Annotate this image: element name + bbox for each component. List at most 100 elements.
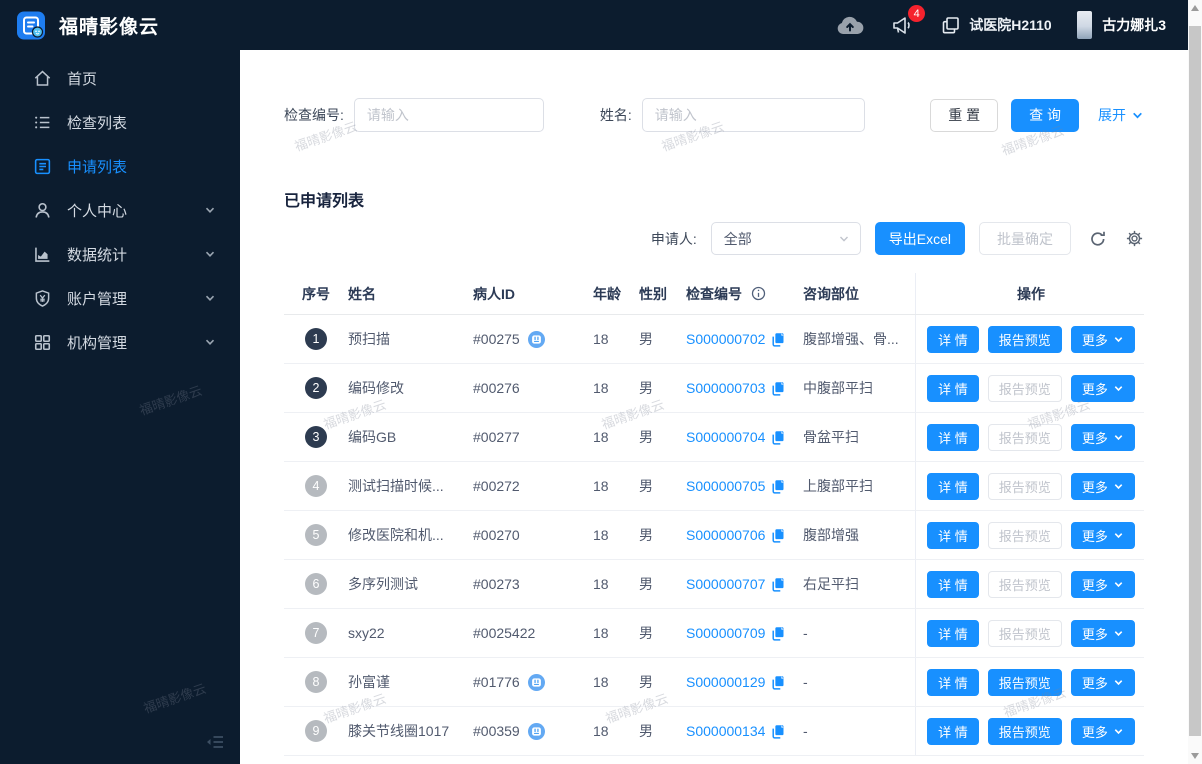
copy-icon[interactable] bbox=[770, 381, 785, 396]
scrollbar-down-arrow[interactable] bbox=[1188, 748, 1202, 764]
cell-patient-id: #00275 bbox=[471, 330, 591, 348]
applicant-select[interactable]: 全部 bbox=[710, 222, 861, 255]
cell-part: - bbox=[803, 625, 808, 641]
more-button[interactable]: 更多 bbox=[1070, 374, 1135, 402]
notifications-megaphone-icon[interactable]: 4 bbox=[890, 5, 926, 37]
sidebar-item-account[interactable]: 账户管理 bbox=[0, 276, 240, 320]
scrollbar-up-arrow[interactable] bbox=[1188, 0, 1202, 16]
exam-no-link[interactable]: S000000706 bbox=[686, 527, 765, 543]
chevron-down-icon bbox=[1114, 679, 1123, 685]
report-preview-button[interactable]: 报告预览 bbox=[987, 668, 1062, 696]
detail-button[interactable]: 详 情 bbox=[927, 472, 979, 500]
query-button[interactable]: 查 询 bbox=[1011, 98, 1079, 132]
more-button[interactable]: 更多 bbox=[1070, 619, 1135, 647]
report-preview-button[interactable]: 报告预览 bbox=[987, 521, 1062, 549]
cell-actions: 详 情 报告预览 更多 bbox=[915, 462, 1144, 510]
cell-gender: 男 bbox=[639, 576, 653, 592]
more-button[interactable]: 更多 bbox=[1070, 423, 1135, 451]
sidebar-item-label: 个人中心 bbox=[67, 202, 128, 220]
sidebar-item-list[interactable]: 检查列表 bbox=[0, 100, 240, 144]
cell-name: 膝关节线圈1017 bbox=[348, 723, 450, 739]
report-preview-button[interactable]: 报告预览 bbox=[987, 570, 1062, 598]
row-index-badge: 6 bbox=[305, 573, 327, 595]
settings-gear-icon[interactable] bbox=[1125, 229, 1144, 248]
exam-no-link[interactable]: S000000702 bbox=[686, 331, 765, 347]
sidebar: 首页 检查列表 申请列表 个人中心 数据统计 账户管理 机构管理 bbox=[0, 50, 240, 764]
exam-no-link[interactable]: S000000703 bbox=[686, 380, 765, 396]
info-icon[interactable] bbox=[751, 286, 766, 301]
form-icon bbox=[33, 157, 52, 176]
refresh-icon[interactable] bbox=[1089, 230, 1107, 248]
expand-toggle[interactable]: 展开 bbox=[1098, 105, 1144, 125]
user-menu[interactable]: 古力娜扎3 bbox=[1077, 11, 1166, 39]
detail-button[interactable]: 详 情 bbox=[927, 717, 979, 745]
detail-button[interactable]: 详 情 bbox=[927, 570, 979, 598]
page-title: 已申请列表 bbox=[284, 193, 365, 210]
report-preview-button[interactable]: 报告预览 bbox=[987, 717, 1062, 745]
exam-no-link[interactable]: S000000705 bbox=[686, 478, 765, 494]
cell-gender: 男 bbox=[639, 625, 653, 641]
copy-icon[interactable] bbox=[770, 724, 785, 739]
exam-no-link[interactable]: S000000129 bbox=[686, 674, 765, 690]
row-index-badge: 3 bbox=[305, 426, 327, 448]
more-button[interactable]: 更多 bbox=[1070, 472, 1135, 500]
detail-button[interactable]: 详 情 bbox=[927, 521, 979, 549]
cell-age: 18 bbox=[593, 527, 609, 543]
export-excel-button[interactable]: 导出Excel bbox=[874, 222, 965, 255]
name-input[interactable] bbox=[641, 98, 865, 132]
more-button[interactable]: 更多 bbox=[1070, 717, 1135, 745]
cell-patient-id: #00270 bbox=[473, 527, 520, 543]
detail-button[interactable]: 详 情 bbox=[927, 423, 979, 451]
exam-no-link[interactable]: S000000704 bbox=[686, 429, 765, 445]
exam-no-link[interactable]: S000000709 bbox=[686, 625, 765, 641]
more-button[interactable]: 更多 bbox=[1070, 668, 1135, 696]
report-preview-button[interactable]: 报告预览 bbox=[987, 619, 1062, 647]
exam-no-link[interactable]: S000000707 bbox=[686, 576, 765, 592]
cloud-upload-icon[interactable] bbox=[836, 15, 864, 36]
copy-icon[interactable] bbox=[770, 675, 785, 690]
cell-name: 编码修改 bbox=[348, 380, 404, 396]
detail-button[interactable]: 详 情 bbox=[927, 325, 979, 353]
table-row: 4 测试扫描时候... #00272 18 男 S000000705 上腹部平扫… bbox=[284, 462, 1144, 511]
copy-icon[interactable] bbox=[770, 577, 785, 592]
sidebar-item-org[interactable]: 机构管理 bbox=[0, 320, 240, 364]
sidebar-item-home[interactable]: 首页 bbox=[0, 56, 240, 100]
more-button[interactable]: 更多 bbox=[1070, 325, 1135, 353]
report-preview-button[interactable]: 报告预览 bbox=[987, 472, 1062, 500]
exam-no-input[interactable] bbox=[353, 98, 544, 132]
cell-name: 预扫描 bbox=[348, 331, 390, 347]
username: 古力娜扎3 bbox=[1102, 17, 1166, 33]
more-button[interactable]: 更多 bbox=[1070, 521, 1135, 549]
sidebar-collapse-icon[interactable] bbox=[204, 731, 226, 756]
scrollbar-thumb[interactable] bbox=[1189, 26, 1201, 736]
copy-icon[interactable] bbox=[770, 430, 785, 445]
sidebar-item-user[interactable]: 个人中心 bbox=[0, 188, 240, 232]
cell-age: 18 bbox=[593, 331, 609, 347]
cell-part: 中腹部平扫 bbox=[803, 380, 873, 396]
copy-icon[interactable] bbox=[770, 332, 785, 347]
detail-button[interactable]: 详 情 bbox=[927, 668, 979, 696]
more-button[interactable]: 更多 bbox=[1070, 570, 1135, 598]
cell-exam-no: S000000704 bbox=[684, 429, 801, 445]
report-preview-button[interactable]: 报告预览 bbox=[987, 423, 1062, 451]
copy-icon[interactable] bbox=[770, 528, 785, 543]
sidebar-item-chart[interactable]: 数据统计 bbox=[0, 232, 240, 276]
chevron-down-icon bbox=[1114, 630, 1123, 636]
header-age: 年龄 bbox=[593, 285, 621, 302]
report-preview-button[interactable]: 报告预览 bbox=[987, 374, 1062, 402]
copy-icon[interactable] bbox=[770, 626, 785, 641]
chevron-down-icon bbox=[838, 233, 850, 245]
batch-confirm-button[interactable]: 批量确定 bbox=[979, 222, 1071, 255]
reset-button[interactable]: 重 置 bbox=[930, 98, 999, 132]
row-index-badge: 7 bbox=[305, 622, 327, 644]
detail-button[interactable]: 详 情 bbox=[927, 374, 979, 402]
detail-button[interactable]: 详 情 bbox=[927, 619, 979, 647]
hospital-switcher[interactable]: 试医院H21100 bbox=[940, 15, 1051, 36]
header-actions: 操作 bbox=[915, 273, 1144, 314]
exam-no-link[interactable]: S000000134 bbox=[686, 723, 765, 739]
report-preview-button[interactable]: 报告预览 bbox=[987, 325, 1062, 353]
header-part: 咨询部位 bbox=[803, 285, 859, 302]
copy-icon[interactable] bbox=[770, 479, 785, 494]
vertical-scrollbar[interactable] bbox=[1188, 0, 1202, 764]
sidebar-item-form[interactable]: 申请列表 bbox=[0, 144, 240, 188]
